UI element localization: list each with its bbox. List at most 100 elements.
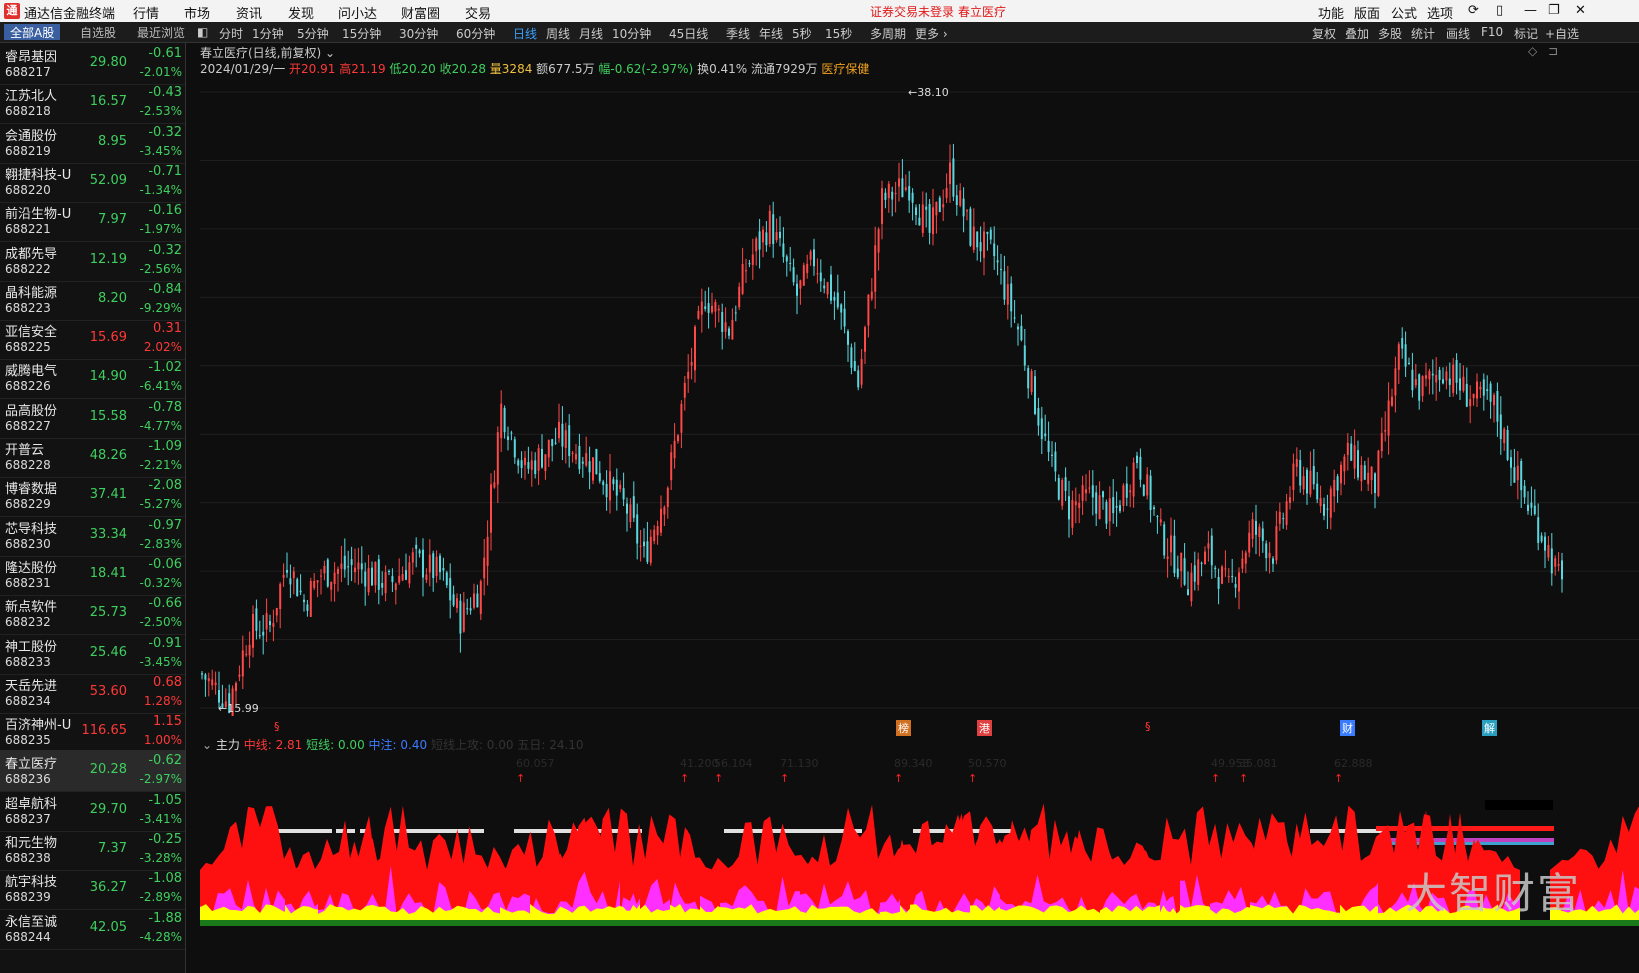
right-menu-item-0[interactable]: 功能 bbox=[1318, 3, 1344, 22]
toolbar-btn-2[interactable]: 多股 bbox=[1378, 25, 1402, 42]
current-stock-link[interactable]: 春立医疗 bbox=[958, 3, 1006, 20]
candle-body bbox=[377, 559, 380, 590]
period-15[interactable]: 多周期 bbox=[870, 25, 906, 42]
quote-sector[interactable]: 医疗保健 bbox=[821, 62, 869, 76]
period-6[interactable]: 日线 bbox=[513, 25, 537, 42]
event-marker[interactable]: 港 bbox=[977, 720, 992, 736]
toolbar-btn-1[interactable]: 叠加 bbox=[1345, 25, 1369, 42]
stock-row[interactable]: 威腾电气 688226 14.90 -1.02 -6.41% bbox=[0, 357, 185, 400]
menu-item-2[interactable]: 资讯 bbox=[236, 3, 262, 22]
layout-icon[interactable]: ◧ bbox=[197, 25, 208, 39]
menu-item-4[interactable]: 问小达 bbox=[338, 3, 377, 22]
candle-body bbox=[1095, 492, 1098, 514]
candle-body bbox=[364, 571, 367, 587]
stock-row[interactable]: 江苏北人 688218 16.57 -0.43 -2.53% bbox=[0, 82, 185, 125]
candle-body bbox=[1285, 501, 1288, 525]
stock-row[interactable]: 航宇科技 688239 36.27 -1.08 -2.89% bbox=[0, 868, 185, 911]
event-marker[interactable]: 榜 bbox=[896, 720, 911, 736]
stock-row[interactable]: 春立医疗 688236 20.28 -0.62 -2.97% bbox=[0, 750, 185, 793]
stock-row[interactable]: 睿昂基因 688217 29.80 -0.61 -2.01% bbox=[0, 43, 185, 85]
toolbar-btn-7[interactable]: +自选 bbox=[1545, 25, 1579, 42]
period-9[interactable]: 10分钟 bbox=[612, 25, 651, 42]
toolbar-btn-0[interactable]: 复权 bbox=[1312, 25, 1336, 42]
refresh-icon[interactable]: ⟳ bbox=[1468, 3, 1479, 18]
candle-body bbox=[292, 571, 295, 579]
collapse-icon[interactable]: ⊐ bbox=[1548, 44, 1558, 58]
candle-body bbox=[214, 682, 217, 686]
event-marker[interactable]: § bbox=[1143, 720, 1153, 733]
period-11[interactable]: 季线 bbox=[726, 25, 750, 42]
candle-body bbox=[289, 578, 292, 585]
stock-row[interactable]: 芯导科技 688230 33.34 -0.97 -2.83% bbox=[0, 515, 185, 557]
stock-row[interactable]: 和元生物 688238 7.37 -0.25 -3.28% bbox=[0, 829, 185, 871]
indicator-chart[interactable]: 60.057 ↑ 41.200 ↑ 56.104 ↑ 71.130 ↑ 89.340 ↑ 50.57… bbox=[200, 740, 1639, 970]
stock-row[interactable]: 新点软件 688232 25.73 -0.66 -2.50% bbox=[0, 593, 185, 636]
candle-body bbox=[619, 484, 622, 489]
stock-row[interactable]: 永信至诚 688244 42.05 -1.88 -4.28% bbox=[0, 908, 185, 950]
event-marker[interactable]: 财 bbox=[1340, 720, 1355, 736]
maximize-icon[interactable]: ❐ bbox=[1548, 3, 1560, 18]
toolbar-btn-6[interactable]: 标记 bbox=[1514, 25, 1538, 42]
stock-row[interactable]: 隆达股份 688231 18.41 -0.06 -0.32% bbox=[0, 554, 185, 596]
period-1[interactable]: 1分钟 bbox=[252, 25, 284, 42]
menu-item-1[interactable]: 市场 bbox=[184, 3, 210, 22]
stock-row[interactable]: 百济神州-U 688235 116.65 1.15 1.00% bbox=[0, 711, 185, 754]
candle-body bbox=[959, 190, 962, 206]
diamond-icon[interactable]: ◇ bbox=[1528, 44, 1537, 58]
period-10[interactable]: 45日线 bbox=[669, 25, 708, 42]
tab-1[interactable]: 自选股 bbox=[80, 24, 116, 40]
period-13[interactable]: 5秒 bbox=[792, 25, 812, 42]
candle-body bbox=[653, 529, 656, 541]
period-3[interactable]: 15分钟 bbox=[342, 25, 381, 42]
tab-0[interactable]: 全部A股 bbox=[4, 24, 61, 40]
period-8[interactable]: 月线 bbox=[579, 25, 603, 42]
period-16[interactable]: 更多 › bbox=[915, 25, 948, 42]
menu-item-5[interactable]: 财富圈 bbox=[401, 3, 440, 22]
stock-row[interactable]: 前沿生物-U 688221 7.97 -0.16 -1.97% bbox=[0, 200, 185, 243]
stock-row[interactable]: 开普云 688228 48.26 -1.09 -2.21% bbox=[0, 436, 185, 478]
stock-row[interactable]: 成都先导 688222 12.19 -0.32 -2.56% bbox=[0, 240, 185, 282]
kline-chart[interactable]: ←38.10 ←15.99 bbox=[200, 76, 1639, 728]
right-menu-item-1[interactable]: 版面 bbox=[1354, 3, 1380, 22]
candle-body bbox=[904, 187, 907, 190]
period-7[interactable]: 周线 bbox=[546, 25, 570, 42]
stock-row[interactable]: 晶科能源 688223 8.20 -0.84 -9.29% bbox=[0, 279, 185, 321]
tab-2[interactable]: 最近浏览 bbox=[137, 24, 185, 40]
event-marker[interactable]: 解 bbox=[1482, 720, 1497, 736]
candle-body bbox=[1166, 556, 1169, 560]
candle-body bbox=[1003, 271, 1006, 300]
stock-row[interactable]: 神工股份 688233 25.46 -0.91 -3.45% bbox=[0, 633, 185, 675]
period-0[interactable]: 分时 bbox=[219, 25, 243, 42]
period-14[interactable]: 15秒 bbox=[825, 25, 852, 42]
stock-row[interactable]: 博睿数据 688229 37.41 -2.08 -5.27% bbox=[0, 475, 185, 518]
close-icon[interactable]: ✕ bbox=[1575, 3, 1586, 18]
right-menu-item-2[interactable]: 公式 bbox=[1391, 3, 1417, 22]
toolbar-btn-5[interactable]: F10 bbox=[1481, 25, 1503, 39]
login-warning[interactable]: 证券交易未登录 bbox=[870, 3, 954, 20]
chevron-down-icon[interactable]: ⌄ bbox=[325, 46, 335, 60]
stock-row[interactable]: 品高股份 688227 15.58 -0.78 -4.77% bbox=[0, 397, 185, 439]
period-4[interactable]: 30分钟 bbox=[399, 25, 438, 42]
candle-body bbox=[279, 583, 282, 609]
candle-body bbox=[694, 326, 696, 371]
stock-row[interactable]: 会通股份 688219 8.95 -0.32 -3.45% bbox=[0, 122, 185, 164]
menu-item-3[interactable]: 发现 bbox=[288, 3, 314, 22]
candle-body bbox=[755, 238, 758, 252]
minimize-icon[interactable]: — bbox=[1524, 3, 1537, 18]
right-menu-item-3[interactable]: 选项 bbox=[1427, 3, 1453, 22]
phone-icon[interactable]: ▯ bbox=[1496, 3, 1503, 18]
stock-row[interactable]: 天岳先进 688234 53.60 0.68 1.28% bbox=[0, 672, 185, 714]
toolbar-btn-4[interactable]: 画线 bbox=[1446, 25, 1470, 42]
stock-row[interactable]: 翱捷科技-U 688220 52.09 -0.71 -1.34% bbox=[0, 161, 185, 203]
period-12[interactable]: 年线 bbox=[759, 25, 783, 42]
period-5[interactable]: 60分钟 bbox=[456, 25, 495, 42]
menu-item-6[interactable]: 交易 bbox=[465, 3, 491, 22]
stock-row[interactable]: 超卓航科 688237 29.70 -1.05 -3.41% bbox=[0, 790, 185, 832]
candle-body bbox=[1360, 464, 1363, 482]
event-marker[interactable]: § bbox=[272, 720, 282, 733]
toolbar-btn-3[interactable]: 统计 bbox=[1411, 25, 1435, 42]
stock-row[interactable]: 亚信安全 688225 15.69 0.31 2.02% bbox=[0, 318, 185, 361]
stock-price: 116.65 bbox=[81, 723, 128, 739]
period-2[interactable]: 5分钟 bbox=[297, 25, 329, 42]
menu-item-0[interactable]: 行情 bbox=[133, 3, 159, 22]
